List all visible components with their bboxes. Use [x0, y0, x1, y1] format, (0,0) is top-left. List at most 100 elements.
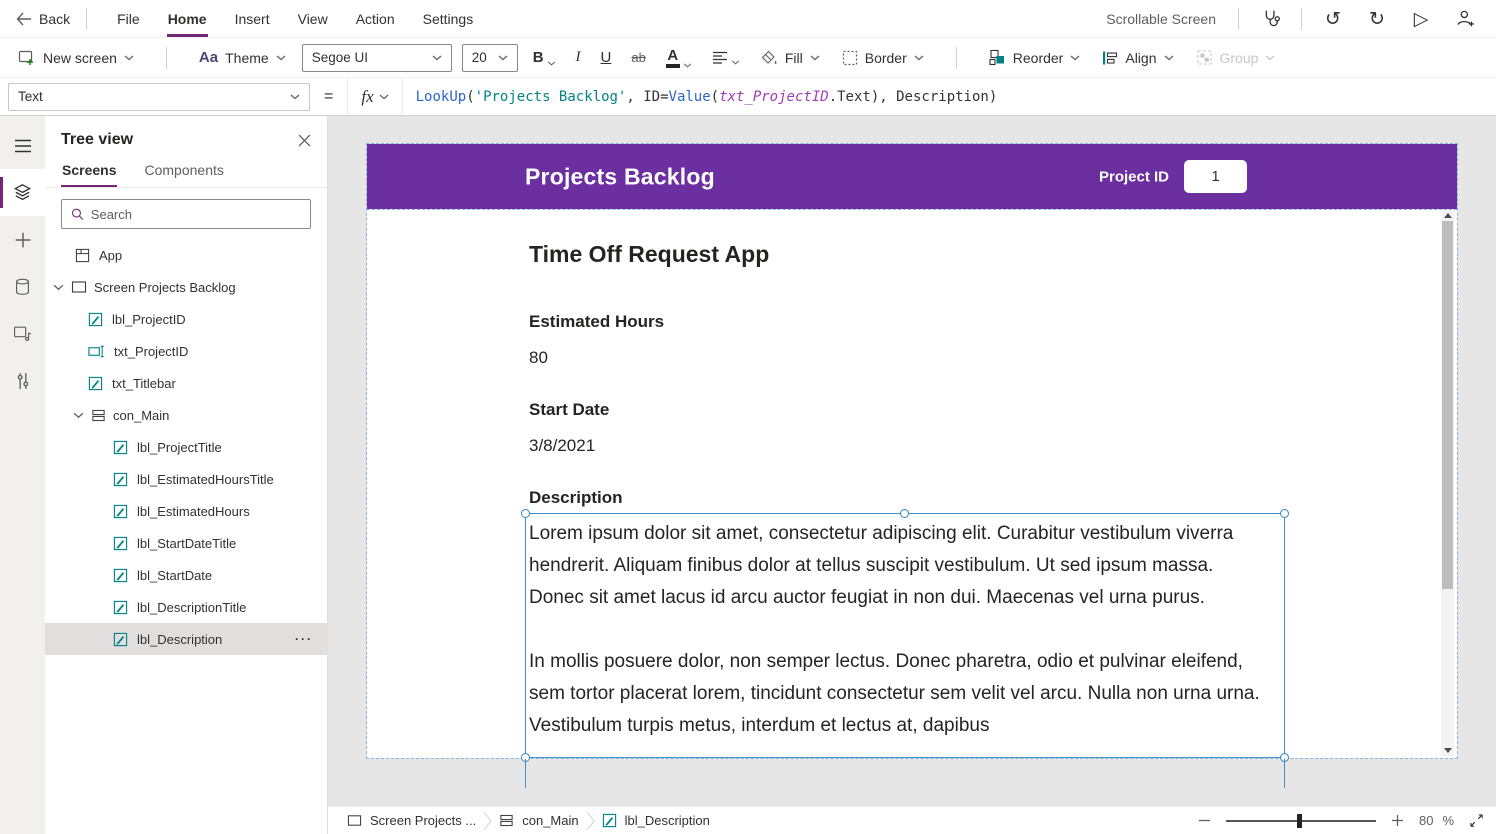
preview-app-button[interactable]: ▷: [1406, 4, 1436, 34]
chevron-down-icon: [810, 55, 820, 60]
app-titlebar[interactable]: Projects Backlog Project ID 1: [367, 144, 1457, 209]
underline-button[interactable]: U: [596, 46, 617, 69]
bold-button[interactable]: B: [528, 46, 561, 69]
strikethrough-button[interactable]: ab: [626, 47, 650, 68]
rail-item-advanced-tools[interactable]: [0, 357, 45, 404]
group-button[interactable]: Group: [1190, 45, 1282, 70]
menu-item-settings[interactable]: Settings: [422, 1, 475, 37]
app-title[interactable]: Projects Backlog: [525, 163, 715, 190]
tree-item-control[interactable]: lbl_DescriptionTitle: [45, 591, 327, 623]
new-screen-button[interactable]: New screen: [12, 46, 140, 70]
zoom-out-button[interactable]: [1198, 814, 1211, 827]
redo-button[interactable]: ↻: [1362, 4, 1392, 34]
chevron-down-icon[interactable]: [53, 284, 64, 291]
close-icon[interactable]: [298, 134, 311, 147]
estimated-hours-value[interactable]: 80: [529, 348, 548, 368]
tree-item-label: lbl_StartDate: [137, 567, 213, 583]
font-family-select[interactable]: Segoe UI: [301, 43, 452, 72]
tab-screens[interactable]: Screens: [61, 158, 118, 187]
font-size-select[interactable]: 20: [461, 43, 518, 72]
rail-item-insert[interactable]: [0, 216, 45, 263]
chevron-down-icon: [1070, 55, 1080, 60]
scrollbar-thumb[interactable]: [1442, 221, 1453, 589]
description-label[interactable]: Description: [529, 488, 623, 508]
project-id-label[interactable]: Project ID: [1099, 168, 1169, 185]
formula-input[interactable]: LookUp('Projects Backlog', ID=Value(txt_…: [416, 89, 998, 105]
undo-button[interactable]: ↺: [1318, 4, 1348, 34]
tree-tabs: Screens Components: [45, 158, 327, 188]
app-page-title[interactable]: Time Off Request App: [529, 241, 769, 268]
menu-item-file[interactable]: File: [116, 1, 141, 37]
tree-item-label: lbl_ProjectTitle: [137, 439, 222, 455]
font-color-button[interactable]: A: [661, 45, 697, 71]
chevron-down-icon[interactable]: [73, 412, 84, 419]
tree-search-box[interactable]: [61, 199, 311, 229]
label-icon: [113, 632, 128, 646]
tree-item-control-selected[interactable]: lbl_Description ···: [45, 623, 327, 655]
search-input[interactable]: [90, 206, 301, 222]
reorder-button[interactable]: Reorder: [983, 45, 1087, 70]
breadcrumb-separator-icon: [483, 811, 492, 830]
share-app-button[interactable]: [1450, 4, 1480, 34]
app-scrollbar[interactable]: [1441, 210, 1454, 756]
text-align-button[interactable]: [707, 48, 745, 68]
menu-item-action[interactable]: Action: [355, 1, 396, 37]
selection-box[interactable]: [521, 509, 1289, 788]
theme-button[interactable]: Aa Theme: [193, 45, 292, 70]
tree-item-app[interactable]: App: [45, 239, 327, 271]
zoom-in-button[interactable]: [1391, 814, 1404, 827]
tab-components[interactable]: Components: [143, 158, 224, 187]
collapse-menu-button[interactable]: [0, 122, 45, 169]
formula-string: 'Projects Backlog': [474, 88, 627, 105]
border-button[interactable]: Border: [836, 46, 930, 70]
resize-handle[interactable]: [900, 509, 909, 518]
menu-item-view[interactable]: View: [297, 1, 329, 37]
breadcrumb-container[interactable]: con_Main: [492, 813, 585, 828]
fill-button[interactable]: Fill: [755, 46, 826, 70]
scroll-down-arrow-icon[interactable]: [1444, 748, 1452, 753]
rail-item-tree-view[interactable]: [0, 169, 45, 216]
formula-bar: Text = fx LookUp('Projects Backlog', ID=…: [0, 78, 1496, 116]
back-button[interactable]: Back: [16, 11, 70, 27]
tree-item-label: lbl_EstimatedHours: [137, 503, 250, 519]
rail-item-data[interactable]: [0, 263, 45, 310]
tree-item-control[interactable]: txt_ProjectID: [45, 335, 327, 367]
tree-item-control[interactable]: lbl_StartDate: [45, 559, 327, 591]
resize-handle[interactable]: [521, 509, 530, 518]
chevron-down-icon: [914, 55, 924, 60]
app-checker-button[interactable]: [1255, 4, 1285, 34]
breadcrumb-control[interactable]: lbl_Description: [595, 813, 717, 828]
zoom-slider[interactable]: [1225, 813, 1376, 828]
estimated-hours-label[interactable]: Estimated Hours: [529, 312, 664, 332]
italic-button[interactable]: I: [571, 46, 586, 69]
resize-handle[interactable]: [1280, 509, 1289, 518]
menu-item-insert[interactable]: Insert: [234, 1, 271, 37]
scroll-up-arrow-icon[interactable]: [1444, 213, 1452, 218]
menu-item-home[interactable]: Home: [166, 1, 208, 37]
rail-item-media[interactable]: [0, 310, 45, 357]
bold-icon: B: [532, 49, 544, 66]
zoom-slider-handle[interactable]: [1296, 813, 1302, 828]
tree-item-container[interactable]: con_Main: [45, 399, 327, 431]
start-date-label[interactable]: Start Date: [529, 400, 609, 420]
align-button[interactable]: Align: [1096, 46, 1179, 70]
tree-item-control[interactable]: lbl_ProjectTitle: [45, 431, 327, 463]
tree-item-control[interactable]: lbl_ProjectID: [45, 303, 327, 335]
start-date-value[interactable]: 3/8/2021: [529, 436, 595, 456]
tree-item-control[interactable]: lbl_EstimatedHours: [45, 495, 327, 527]
item-options-button[interactable]: ···: [295, 632, 313, 646]
tree-item-control[interactable]: lbl_EstimatedHoursTitle: [45, 463, 327, 495]
database-icon: [15, 278, 30, 295]
tree-item-control[interactable]: lbl_StartDateTitle: [45, 527, 327, 559]
project-id-input[interactable]: 1: [1184, 160, 1247, 193]
divider: [165, 46, 167, 69]
tree-item-label: lbl_Description: [137, 631, 223, 647]
fit-to-window-icon[interactable]: [1469, 813, 1484, 828]
breadcrumb-separator-icon: [586, 811, 595, 830]
property-select[interactable]: Text: [8, 82, 310, 111]
tree-item-control[interactable]: txt_Titlebar: [45, 367, 327, 399]
fx-button[interactable]: fx: [347, 78, 403, 115]
tree-item-screen[interactable]: Screen Projects Backlog: [45, 271, 327, 303]
back-label: Back: [39, 10, 71, 27]
breadcrumb-screen[interactable]: Screen Projects ...: [340, 813, 483, 828]
